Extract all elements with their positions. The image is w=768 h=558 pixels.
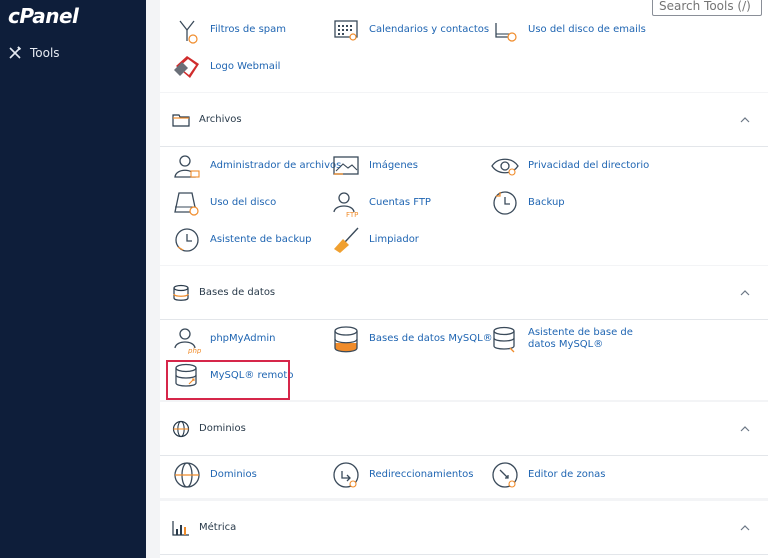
panel-archivos: Archivos Administrador de archivos Imáge…: [160, 93, 768, 265]
backup-wizard-icon: [175, 228, 199, 252]
panel-metrica-header[interactable]: Métrica: [160, 501, 768, 555]
email-disk-usage-icon: [495, 23, 517, 42]
webmail-logo-icon: [174, 56, 199, 78]
cpanel-logo[interactable]: cPanel: [8, 4, 79, 28]
tool-bases-mysql[interactable]: Bases de datos MySQL®: [331, 324, 493, 354]
tool-cuentas-ftp[interactable]: FTP Cuentas FTP: [331, 188, 431, 218]
spam-filter-icon: [179, 20, 198, 44]
mysql-databases-icon: [334, 326, 358, 353]
svg-text:FTP: FTP: [346, 211, 358, 218]
tool-backup[interactable]: Backup: [490, 188, 565, 218]
sidebar-item-tools[interactable]: Tools: [8, 46, 60, 60]
redirects-icon: [333, 462, 359, 488]
tool-asistente-mysql[interactable]: Asistente de base de datos MySQL®: [490, 324, 640, 354]
sidebar-item-tools-label: Tools: [30, 46, 60, 60]
main-content: Filtros de spam Calendarios y contactos …: [146, 0, 768, 558]
panel-bases-title: Bases de datos: [199, 287, 276, 298]
panel-dominios-title: Dominios: [199, 423, 246, 434]
tool-phpmyadmin[interactable]: php phpMyAdmin: [172, 324, 275, 354]
tool-dominios[interactable]: Dominios: [172, 460, 257, 490]
mysql-wizard-icon: [493, 326, 515, 353]
search-tools-input[interactable]: [652, 0, 762, 16]
chevron-up-icon[interactable]: [740, 115, 750, 125]
images-icon: [333, 156, 359, 175]
file-manager-icon: [174, 155, 200, 178]
zone-editor-icon: [492, 462, 518, 488]
tool-limpiador[interactable]: Limpiador: [331, 225, 419, 255]
tool-calendarios[interactable]: Calendarios y contactos: [331, 15, 489, 45]
phpmyadmin-icon: php: [174, 328, 202, 354]
panel-bases-header[interactable]: Bases de datos: [160, 266, 768, 320]
domains-globe-icon: [174, 462, 200, 488]
broom-icon: [334, 227, 359, 253]
highlight-box: [166, 360, 290, 400]
panel-metrica-title: Métrica: [199, 522, 237, 533]
tool-asistente-backup[interactable]: Asistente de backup: [172, 225, 312, 255]
eye-icon: [491, 158, 519, 176]
disk-usage-icon: [174, 192, 199, 216]
tools-icon: [9, 46, 22, 59]
tool-logo-webmail[interactable]: Logo Webmail: [172, 52, 280, 82]
tool-editor-zonas[interactable]: Editor de zonas: [490, 460, 606, 490]
tool-administrador-archivos[interactable]: Administrador de archivos: [172, 151, 341, 181]
svg-text:php: php: [187, 347, 202, 354]
folder-icon: [172, 113, 190, 127]
tool-filtros-spam[interactable]: Filtros de spam: [172, 15, 286, 45]
panel-dominios-header[interactable]: Dominios: [160, 402, 768, 456]
tool-imagenes[interactable]: Imágenes: [331, 151, 418, 181]
panel-archivos-header[interactable]: Archivos: [160, 93, 768, 147]
panel-metrica: Métrica: [160, 501, 768, 558]
chevron-up-icon[interactable]: [740, 288, 750, 298]
bar-chart-icon: [172, 520, 189, 536]
database-icon: [173, 284, 189, 301]
tool-uso-disco-emails[interactable]: Uso del disco de emails: [490, 15, 646, 45]
panel-archivos-title: Archivos: [199, 114, 242, 125]
sidebar: cPanel Tools: [0, 0, 146, 558]
chevron-up-icon[interactable]: [740, 424, 750, 434]
ftp-accounts-icon: FTP: [333, 192, 358, 218]
calendar-icon: [334, 20, 358, 41]
backup-icon: [493, 191, 517, 215]
panel-dominios: Dominios Dominios Redireccionamientos Ed…: [160, 402, 768, 498]
tool-privacidad-directorio[interactable]: Privacidad del directorio: [490, 151, 649, 181]
globe-icon: [172, 420, 190, 437]
tool-uso-disco[interactable]: Uso del disco: [172, 188, 276, 218]
chevron-up-icon[interactable]: [740, 523, 750, 533]
tool-redireccionamientos[interactable]: Redireccionamientos: [331, 460, 473, 490]
